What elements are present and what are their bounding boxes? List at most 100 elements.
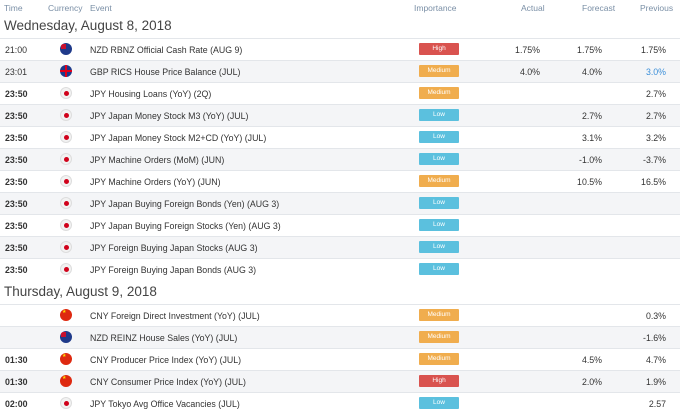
- calendar-row[interactable]: 23:50 JPY Foreign Buying Japan Bonds (AUG…: [0, 258, 680, 280]
- calendar-row[interactable]: 23:50 JPY Japan Money Stock M3 (YoY) (JUL…: [0, 104, 680, 126]
- forecast-value: 4.0%: [581, 67, 602, 77]
- jp-flag-icon: [60, 397, 72, 409]
- jp-flag-icon: [60, 241, 72, 253]
- jp-flag-icon: [60, 263, 72, 275]
- jp-flag-icon: [60, 131, 72, 143]
- calendar-row[interactable]: 21:00 NZD RBNZ Official Cash Rate (AUG 9)…: [0, 38, 680, 60]
- header-actual: Actual: [521, 3, 545, 13]
- importance-badge: Medium: [419, 65, 459, 77]
- previous-value: 3.0%: [645, 67, 666, 77]
- event-time: 23:50: [5, 155, 28, 165]
- importance-badge: Medium: [419, 87, 459, 99]
- importance-badge: Low: [419, 241, 459, 253]
- calendar-row[interactable]: 23:50 JPY Foreign Buying Japan Stocks (AU…: [0, 236, 680, 258]
- calendar-row[interactable]: 23:50 JPY Japan Buying Foreign Stocks (Ye…: [0, 214, 680, 236]
- previous-value: 2.7%: [645, 89, 666, 99]
- event-name[interactable]: JPY Tokyo Avg Office Vacancies (JUL): [90, 399, 240, 409]
- previous-value: 4.7%: [645, 355, 666, 365]
- header-currency: Currency: [48, 3, 83, 13]
- importance-badge: High: [419, 375, 459, 387]
- event-time: 23:50: [5, 177, 28, 187]
- jp-flag-icon: [60, 219, 72, 231]
- header-importance: Importance: [414, 3, 457, 13]
- importance-badge: Low: [419, 197, 459, 209]
- calendar-row[interactable]: 23:50 JPY Japan Buying Foreign Bonds (Yen…: [0, 192, 680, 214]
- calendar-row[interactable]: 02:00 JPY Tokyo Avg Office Vacancies (JUL…: [0, 392, 680, 414]
- importance-badge: Medium: [419, 353, 459, 365]
- importance-badge: Low: [419, 263, 459, 275]
- event-time: 23:01: [5, 67, 28, 77]
- gb-flag-icon: [60, 65, 72, 77]
- event-time: 01:30: [5, 355, 28, 365]
- previous-value: 1.75%: [641, 45, 666, 55]
- event-name[interactable]: JPY Foreign Buying Japan Stocks (AUG 3): [90, 243, 258, 253]
- importance-badge: Medium: [419, 309, 459, 321]
- importance-badge: Low: [419, 131, 459, 143]
- forecast-value: 1.75%: [577, 45, 602, 55]
- calendar-row[interactable]: CNY Foreign Direct Investment (YoY) (JUL…: [0, 304, 680, 326]
- cn-flag-icon: [60, 375, 72, 387]
- event-name[interactable]: NZD RBNZ Official Cash Rate (AUG 9): [90, 45, 242, 55]
- importance-badge: Low: [419, 109, 459, 121]
- previous-value: 2.7%: [645, 111, 666, 121]
- event-name[interactable]: JPY Japan Money Stock M2+CD (YoY) (JUL): [90, 133, 266, 143]
- forecast-value: 2.0%: [581, 377, 602, 387]
- previous-value: 0.3%: [645, 311, 666, 321]
- importance-badge: Low: [419, 397, 459, 409]
- event-time: 23:50: [5, 265, 28, 275]
- forecast-value: 4.5%: [581, 355, 602, 365]
- date-heading: Wednesday, August 8, 2018: [0, 14, 680, 38]
- importance-badge: Medium: [419, 175, 459, 187]
- event-name[interactable]: NZD REINZ House Sales (YoY) (JUL): [90, 333, 237, 343]
- cn-flag-icon: [60, 353, 72, 365]
- event-name[interactable]: JPY Machine Orders (YoY) (JUN): [90, 177, 221, 187]
- nz-flag-icon: [60, 43, 72, 55]
- event-name[interactable]: JPY Japan Buying Foreign Bonds (Yen) (AU…: [90, 199, 279, 209]
- event-name[interactable]: CNY Producer Price Index (YoY) (JUL): [90, 355, 241, 365]
- event-name[interactable]: JPY Japan Buying Foreign Stocks (Yen) (A…: [90, 221, 281, 231]
- calendar-row[interactable]: 01:30 CNY Consumer Price Index (YoY) (JUL…: [0, 370, 680, 392]
- calendar-row[interactable]: 23:50 JPY Japan Money Stock M2+CD (YoY) (…: [0, 126, 680, 148]
- event-name[interactable]: GBP RICS House Price Balance (JUL): [90, 67, 240, 77]
- event-name[interactable]: JPY Foreign Buying Japan Bonds (AUG 3): [90, 265, 256, 275]
- forecast-value: 2.7%: [581, 111, 602, 121]
- event-time: 23:50: [5, 89, 28, 99]
- event-time: 23:50: [5, 221, 28, 231]
- previous-value: 3.2%: [645, 133, 666, 143]
- jp-flag-icon: [60, 197, 72, 209]
- jp-flag-icon: [60, 109, 72, 121]
- column-header: Time Currency Event Importance Actual Fo…: [0, 0, 680, 14]
- previous-value: 2.57: [648, 399, 666, 409]
- previous-value: 1.9%: [645, 377, 666, 387]
- date-heading: Thursday, August 9, 2018: [0, 280, 680, 304]
- actual-value: 4.0%: [519, 67, 540, 77]
- cn-flag-icon: [60, 309, 72, 321]
- event-time: 23:50: [5, 111, 28, 121]
- forecast-value: -1.0%: [579, 155, 602, 165]
- jp-flag-icon: [60, 87, 72, 99]
- calendar-row[interactable]: 23:50 JPY Machine Orders (YoY) (JUN) Mediu…: [0, 170, 680, 192]
- event-time: 23:50: [5, 133, 28, 143]
- previous-value: -3.7%: [643, 155, 666, 165]
- jp-flag-icon: [60, 153, 72, 165]
- calendar-row[interactable]: 23:50 JPY Housing Loans (YoY) (2Q) Medium 2…: [0, 82, 680, 104]
- nz-flag-icon: [60, 331, 72, 343]
- header-previous: Previous: [640, 3, 674, 13]
- event-time: 23:50: [5, 243, 28, 253]
- event-name[interactable]: JPY Machine Orders (MoM) (JUN): [90, 155, 224, 165]
- calendar-row[interactable]: NZD REINZ House Sales (YoY) (JUL) Medium -…: [0, 326, 680, 348]
- previous-value: 16.5%: [641, 177, 666, 187]
- importance-badge: Low: [419, 219, 459, 231]
- event-name[interactable]: CNY Foreign Direct Investment (YoY) (JUL…: [90, 311, 260, 321]
- jp-flag-icon: [60, 175, 72, 187]
- calendar-row[interactable]: 01:30 CNY Producer Price Index (YoY) (JUL…: [0, 348, 680, 370]
- previous-value: -1.6%: [643, 333, 666, 343]
- calendar-row[interactable]: 23:01 GBP RICS House Price Balance (JUL) M…: [0, 60, 680, 82]
- event-name[interactable]: CNY Consumer Price Index (YoY) (JUL): [90, 377, 246, 387]
- calendar-row[interactable]: 23:50 JPY Machine Orders (MoM) (JUN) Low -1…: [0, 148, 680, 170]
- importance-badge: Medium: [419, 331, 459, 343]
- event-name[interactable]: JPY Japan Money Stock M3 (YoY) (JUL): [90, 111, 248, 121]
- forecast-value: 10.5%: [577, 177, 602, 187]
- event-name[interactable]: JPY Housing Loans (YoY) (2Q): [90, 89, 211, 99]
- importance-badge: High: [419, 43, 459, 55]
